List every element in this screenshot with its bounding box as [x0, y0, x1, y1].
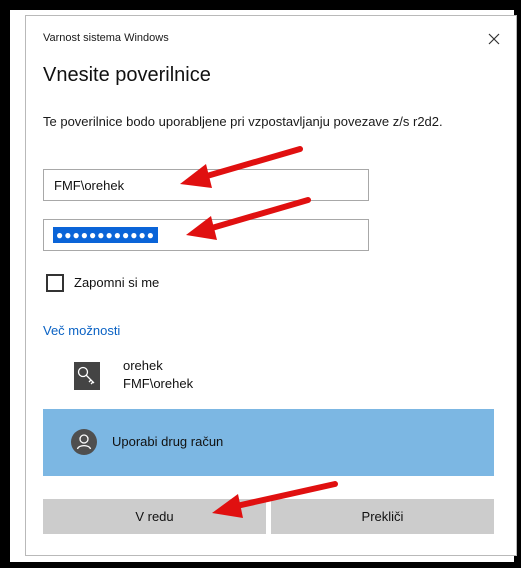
- account-option[interactable]: orehek FMF\orehek: [66, 352, 466, 402]
- use-other-account-option[interactable]: Uporabi drug račun: [43, 409, 494, 476]
- username-value: FMF\orehek: [54, 178, 125, 193]
- credentials-dialog: Varnost sistema Windows Vnesite poveriln…: [25, 15, 517, 556]
- dialog-description: Te poverilnice bodo uporabljene pri vzpo…: [43, 114, 443, 129]
- user-icon: [71, 429, 97, 455]
- close-icon: [488, 33, 500, 45]
- title-bar: Varnost sistema Windows: [26, 16, 516, 56]
- window-title: Varnost sistema Windows: [43, 32, 169, 44]
- remember-me-label[interactable]: Zapomni si me: [74, 275, 159, 290]
- close-button[interactable]: [481, 26, 507, 52]
- dialog-heading: Vnesite poverilnice: [43, 64, 211, 86]
- remember-me-checkbox[interactable]: [46, 274, 64, 292]
- key-icon: [74, 362, 100, 390]
- cancel-button[interactable]: Prekliči: [271, 499, 494, 534]
- username-field[interactable]: FMF\orehek: [43, 169, 369, 201]
- use-other-account-label: Uporabi drug račun: [112, 434, 224, 449]
- ok-button[interactable]: V redu: [43, 499, 266, 534]
- more-options-link[interactable]: Več možnosti: [43, 323, 120, 338]
- password-value: ●●●●●●●●●●●●: [53, 227, 158, 243]
- account-domain: FMF\orehek: [123, 376, 194, 391]
- account-name: orehek: [123, 358, 163, 373]
- password-field[interactable]: ●●●●●●●●●●●●: [43, 219, 369, 251]
